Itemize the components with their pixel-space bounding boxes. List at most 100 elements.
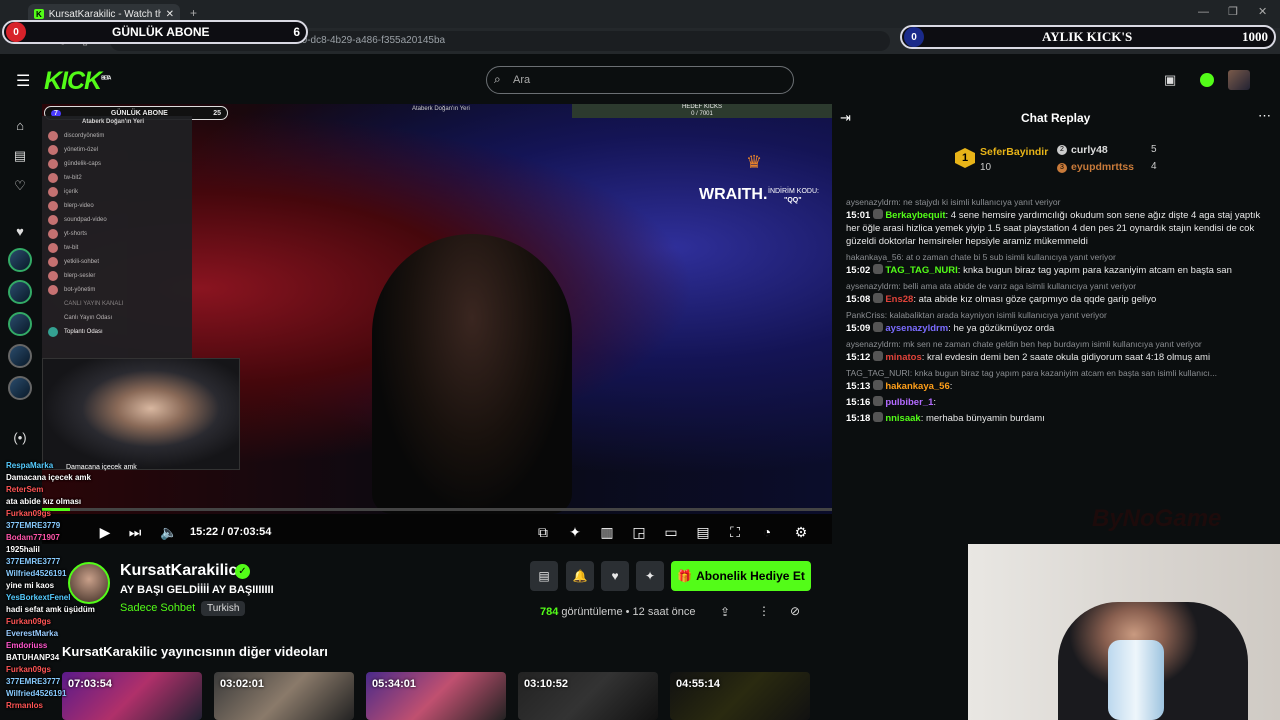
discord-channel: yt-shorts — [42, 227, 192, 241]
discord-server-name: Ataberk Doğan'ın Yeri — [82, 119, 145, 125]
sub-goal-label: GÜNLÜK ABONE — [112, 25, 210, 39]
live-icon[interactable]: (•) — [12, 430, 28, 446]
sparkle-icon[interactable]: ✦ — [566, 524, 584, 541]
notification-bell-button[interactable]: 🔔 — [566, 561, 594, 591]
gift-icon: 🎁 — [677, 569, 693, 583]
volume-icon[interactable]: 🔈 — [160, 524, 178, 541]
watch-party-icon[interactable]: ▣ — [1164, 72, 1176, 88]
browse-icon[interactable]: ▤ — [12, 148, 28, 164]
message-username[interactable]: Ens28 — [885, 294, 913, 305]
followed-channel-avatar[interactable] — [8, 248, 32, 272]
sponsor-name: WRAITH. — [699, 186, 768, 203]
gift-sub-label: Abonelik Hediye Et — [696, 569, 805, 583]
leader-rank-2: 2 — [1057, 145, 1067, 155]
overlay-chat-line: Emdoriuss — [6, 641, 48, 650]
monthly-kicks-goal: 0 AYLIK KICK'S 1000 — [900, 25, 1276, 49]
message-text: knka bugun biraz tag yapım para kazaniyi… — [963, 265, 1232, 276]
message-time: 15:09 — [846, 323, 871, 334]
hide-icon[interactable]: ⊘ — [790, 604, 800, 618]
video-progress-bar[interactable] — [42, 508, 832, 511]
followed-channel-avatar[interactable] — [8, 376, 32, 400]
following-icon[interactable]: ♡ — [12, 178, 28, 194]
kick-coin-icon[interactable] — [1200, 73, 1214, 87]
maximize-icon[interactable]: ❐ — [1228, 5, 1238, 18]
overlay-chat-line: 377EMRE3777 — [6, 557, 61, 566]
theater-icon[interactable]: ▭ — [662, 524, 680, 541]
streamer-name[interactable]: KursatKarakilic — [120, 562, 237, 580]
followed-heart-icon[interactable]: ♥ — [12, 224, 28, 240]
message-text: ata abide kız olması göze çarpmıyo da qq… — [918, 294, 1157, 305]
discord-channel: yönetim-özel — [42, 143, 192, 157]
gifter-leaderboard: 1 SeferBayindir 10 2 curly48 5 3 eyupdmr… — [955, 142, 1175, 182]
message-username[interactable]: TAG_TAG_NURI — [885, 265, 957, 276]
miniplayer-icon[interactable]: ◲ — [630, 524, 648, 541]
followed-channel-avatar[interactable] — [8, 312, 32, 336]
minimize-icon[interactable]: — — [1198, 6, 1209, 18]
clip-icon[interactable]: ⧉ — [534, 524, 552, 541]
leader-name-1[interactable]: SeferBayindir — [980, 146, 1048, 158]
sparkle-button[interactable]: ✦ — [636, 561, 664, 591]
kick-favicon-icon: K — [34, 9, 44, 19]
kick-logo[interactable]: KICKBETA — [44, 67, 111, 96]
captions-icon[interactable]: ▤ — [694, 524, 712, 541]
kicks-label: AYLIK KICK'S — [1042, 29, 1133, 44]
chat-message: 15:18 nnisaak: merhaba bünyamin burdamı — [846, 412, 1045, 424]
leader-name-3[interactable]: eyupdmrttss — [1071, 161, 1134, 173]
overlay-chat-line: Furkan09gs — [6, 617, 51, 626]
gift-sub-button[interactable]: 🎁 Abonelik Hediye Et — [671, 561, 811, 591]
message-username[interactable]: hakankaya_56 — [885, 381, 949, 392]
video-thumbnail[interactable]: 05:34:01 — [366, 672, 506, 720]
skip-forward-icon[interactable]: ⏭ — [126, 524, 144, 541]
time-total: 07:03:54 — [227, 526, 272, 538]
overlay-chat-line: 377EMRE3779 — [6, 521, 61, 530]
share-icon[interactable]: ⇪ — [720, 605, 730, 619]
discord-channel: blerp-sesler — [42, 269, 192, 283]
hamburger-menu-icon[interactable]: ☰ — [16, 71, 30, 91]
home-icon[interactable]: ⌂ — [12, 118, 28, 134]
chat-header: ⇥ Chat Replay ⋯ — [838, 106, 1280, 132]
message-time: 15:12 — [846, 352, 871, 363]
message-text: kral evdesin demi ben 2 saate okula gidi… — [927, 352, 1211, 363]
webcam-overlay — [968, 544, 1280, 720]
clip-button[interactable]: ▤ — [530, 561, 558, 591]
chat-message: TAG_TAG_NURI: knka bugun biraz tag yapım… — [838, 367, 1280, 393]
message-username[interactable]: pulbiber_1 — [885, 397, 933, 408]
close-tab-icon[interactable]: ✕ — [166, 9, 174, 20]
message-username[interactable]: aysenazyldrm — [885, 323, 948, 334]
video-thumbnail[interactable]: 03:10:52 — [518, 672, 658, 720]
chat-more-icon[interactable]: ⋯ — [1258, 108, 1271, 124]
tag-chatting[interactable]: Sadece Sohbet — [120, 602, 195, 614]
stats-icon[interactable]: ▥ — [598, 524, 616, 541]
user-avatar[interactable] — [1228, 70, 1250, 90]
leader-count-1: 10 — [980, 162, 992, 173]
thumb-duration: 03:02:01 — [220, 678, 265, 690]
more-options-icon[interactable]: ⋮ — [758, 604, 770, 618]
message-time: 15:02 — [846, 265, 871, 276]
video-controls: ▶ ⏭ 🔈 15:22 / 07:03:54 ⧉ ✦ ▥ ◲ ▭ ▤ ⛶ ◔ ⚙ — [42, 514, 832, 544]
followed-channel-avatar[interactable] — [8, 280, 32, 304]
message-username[interactable]: nnisaak — [885, 413, 920, 424]
leader-name-2[interactable]: curly48 — [1071, 144, 1108, 156]
discord-channel: gündelik-caps — [42, 157, 192, 171]
user-badge-icon — [873, 412, 884, 422]
leader-rank-3: 3 — [1057, 163, 1067, 173]
search-input[interactable]: Ara — [486, 66, 794, 94]
sponsor-code-label: İNDİRİM KODU: — [768, 188, 819, 195]
close-window-icon[interactable]: ✕ — [1258, 5, 1267, 18]
followed-channel-avatar[interactable] — [8, 344, 32, 368]
tag-language[interactable]: Turkish — [201, 601, 246, 616]
video-player[interactable]: 7 GÜNLÜK ABONE 25 Ataberk Doğan'ın Yeri … — [42, 104, 832, 544]
collapse-chat-icon[interactable]: ⇥ — [840, 110, 851, 126]
follow-heart-button[interactable]: ♥ — [601, 561, 629, 591]
speed-icon[interactable]: ◔ — [758, 524, 776, 540]
new-tab-icon[interactable]: + — [190, 6, 197, 20]
overlay-chat-line: Wilfried4526191 — [6, 569, 67, 578]
message-time: 15:18 — [846, 413, 871, 424]
time-current: 15:22 — [190, 526, 219, 538]
video-thumbnail[interactable]: 03:02:01 — [214, 672, 354, 720]
settings-gear-icon[interactable]: ⚙ — [792, 524, 810, 541]
fullscreen-icon[interactable]: ⛶ — [726, 524, 744, 541]
message-username[interactable]: minatos — [885, 352, 921, 363]
video-thumbnail[interactable]: 04:55:14 — [670, 672, 810, 720]
message-username[interactable]: Berkaybequit — [885, 210, 945, 221]
